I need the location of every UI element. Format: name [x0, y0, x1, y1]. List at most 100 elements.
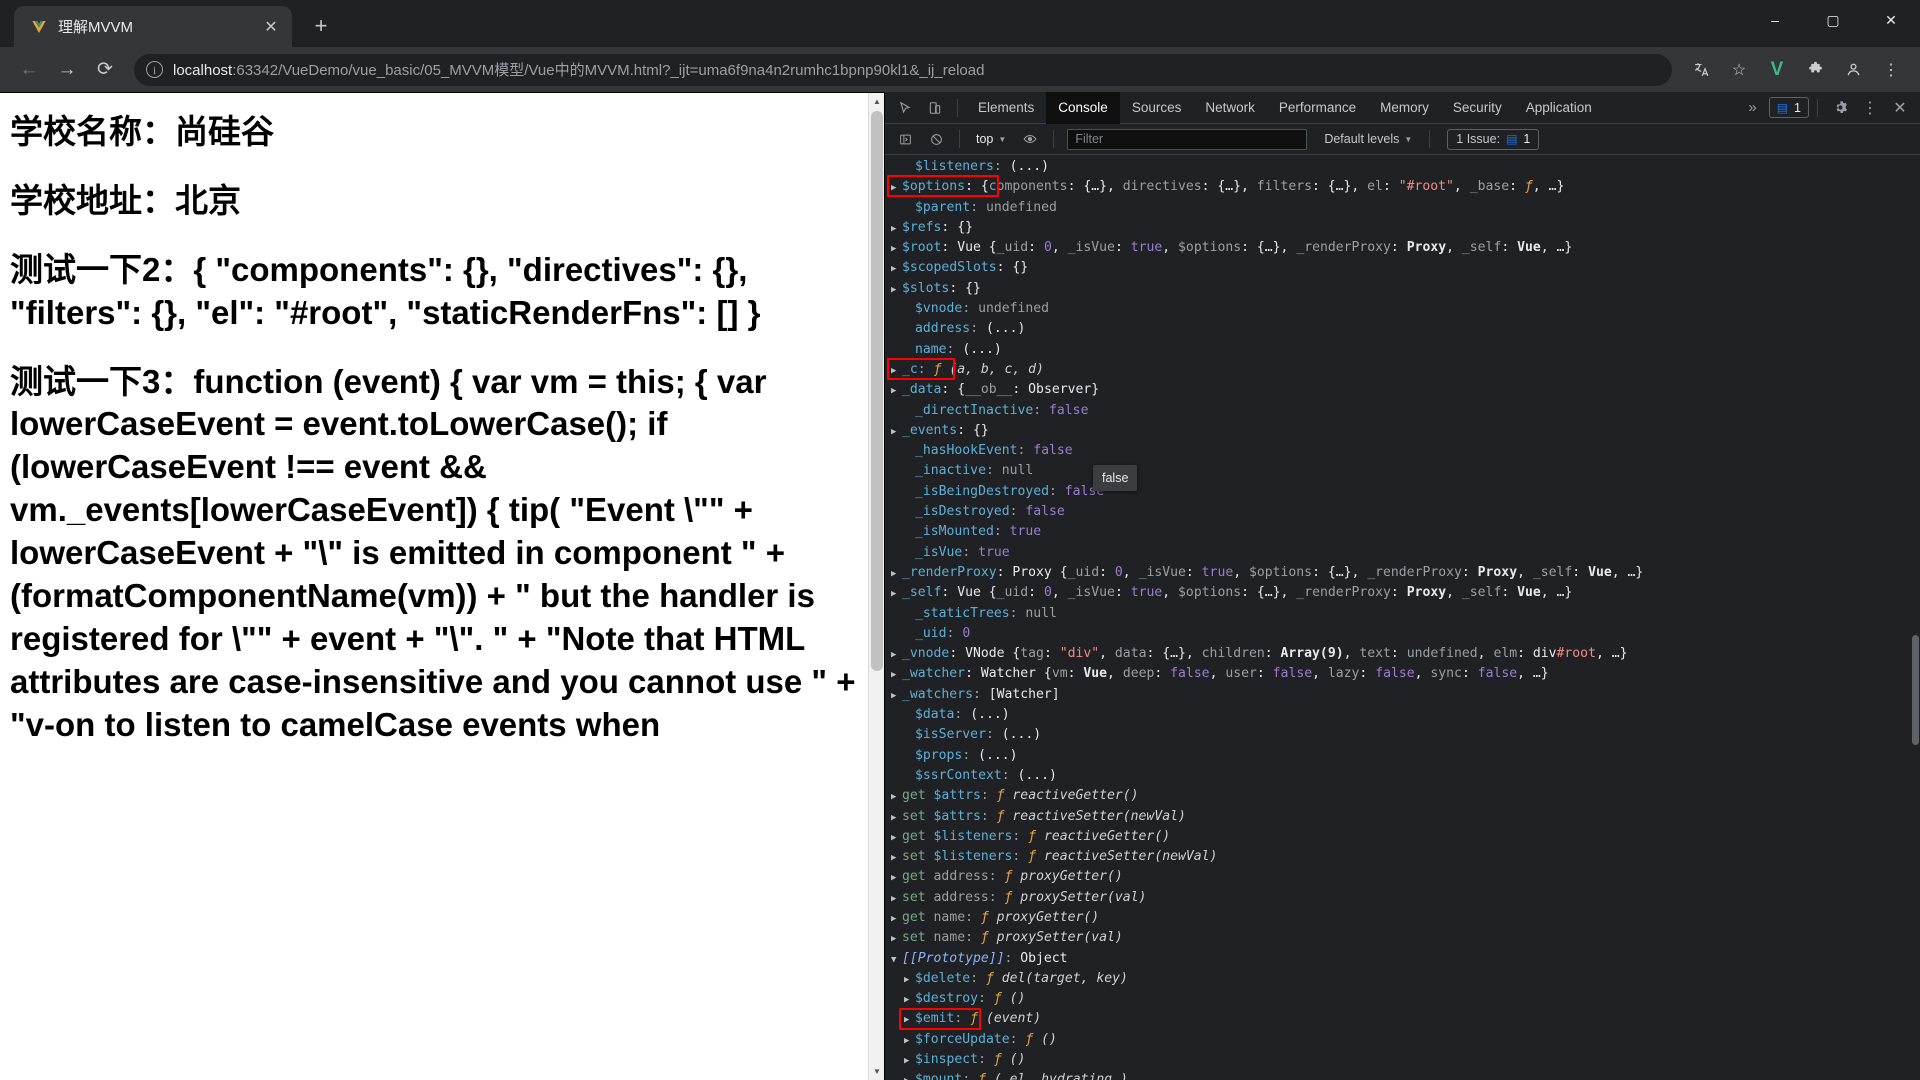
execution-context-selector[interactable]: top ▼	[969, 128, 1013, 150]
console-line[interactable]: ▶ $scopedSlots: {}	[885, 258, 1920, 278]
console-line[interactable]: $vnode: undefined	[885, 299, 1920, 319]
gear-icon[interactable]	[1826, 95, 1854, 121]
chevron-right-icon[interactable]: ▶	[891, 178, 902, 198]
chevron-right-icon[interactable]: ▶	[904, 1010, 915, 1030]
console-line[interactable]: $data: (...)	[885, 705, 1920, 725]
clear-console-icon[interactable]	[922, 126, 950, 152]
extensions-puzzle-icon[interactable]	[1798, 53, 1832, 87]
console-line[interactable]: ▶ $refs: {}	[885, 218, 1920, 238]
console-line[interactable]: ▶ $destroy: ƒ ()	[885, 989, 1920, 1009]
console-line[interactable]: $parent: undefined	[885, 198, 1920, 218]
console-line[interactable]: ▶$mount: ƒ ( el, hydrating )	[885, 1070, 1920, 1080]
log-levels-selector[interactable]: Default levels ▼	[1316, 128, 1420, 150]
chevron-right-icon[interactable]: ▶	[891, 929, 902, 949]
chevron-right-icon[interactable]: ▶	[891, 219, 902, 239]
info-circle-icon[interactable]: i	[146, 61, 163, 78]
tab-performance[interactable]: Performance	[1267, 92, 1368, 124]
console-line[interactable]: ▶ _data: {__ob__: Observer}	[885, 380, 1920, 400]
chevron-up-icon[interactable]: ▲	[869, 93, 884, 110]
console-line[interactable]: ▶ _events: {}	[885, 421, 1920, 441]
chevron-right-icon[interactable]: ▶	[891, 280, 902, 300]
console-line[interactable]: ▶ set name: ƒ proxySetter(val)	[885, 928, 1920, 948]
bookmark-star-icon[interactable]: ☆	[1722, 53, 1756, 87]
console-line[interactable]: ▶ _watcher: Watcher {vm: Vue, deep: false…	[885, 664, 1920, 684]
console-line[interactable]: ▶ get $attrs: ƒ reactiveGetter()	[885, 786, 1920, 806]
chevron-right-icon[interactable]: ▶	[891, 645, 902, 665]
window-maximize-button[interactable]: ▢	[1804, 0, 1862, 40]
chevron-right-icon[interactable]: ▶	[891, 239, 902, 259]
console-line[interactable]: _uid: 0	[885, 624, 1920, 644]
chevron-right-icon[interactable]: ▶	[891, 422, 902, 442]
translate-icon[interactable]	[1684, 53, 1718, 87]
console-line[interactable]: _inactive: null	[885, 461, 1920, 481]
chevron-right-icon[interactable]: ▶	[891, 848, 902, 868]
console-line[interactable]: ▶ get $listeners: ƒ reactiveGetter()	[885, 827, 1920, 847]
filter-input[interactable]: Filter	[1067, 128, 1308, 150]
console-line[interactable]: _isDestroyed: false	[885, 502, 1920, 522]
console-line[interactable]: _isBeingDestroyed: false	[885, 482, 1920, 502]
chevron-down-icon[interactable]: ▼	[891, 950, 902, 970]
console-line[interactable]: ▶ $forceUpdate: ƒ ()	[885, 1030, 1920, 1050]
console-line[interactable]: $ssrContext: (...)	[885, 766, 1920, 786]
console-line[interactable]: ▶ _self: Vue {_uid: 0, _isVue: true, $opt…	[885, 583, 1920, 603]
tab-console[interactable]: Console	[1046, 91, 1120, 124]
console-line[interactable]: ▶ $delete: ƒ del(target, key)	[885, 969, 1920, 989]
tabs-overflow-button[interactable]: »	[1738, 99, 1766, 116]
browser-tab[interactable]: 理解MVVM ✕	[14, 6, 292, 47]
chevron-right-icon[interactable]: ▶	[891, 361, 902, 381]
arrow-right-icon[interactable]: →	[50, 53, 84, 87]
chevron-right-icon[interactable]: ▶	[891, 381, 902, 401]
console-line[interactable]: ▶ get address: ƒ proxyGetter()	[885, 867, 1920, 887]
chevron-right-icon[interactable]: ▶	[891, 808, 902, 828]
page-scrollbar[interactable]: ▲ ▼	[868, 93, 884, 1080]
tab-memory[interactable]: Memory	[1368, 92, 1441, 124]
chevron-right-icon[interactable]: ▶	[891, 259, 902, 279]
issues-pill[interactable]: 1 Issue: ▤ 1	[1447, 128, 1540, 150]
live-expression-eye-icon[interactable]	[1016, 126, 1044, 152]
vue-devtools-icon[interactable]: V	[1760, 53, 1794, 87]
console-output[interactable]: $listeners: (...) ▶ $options: {components:…	[885, 155, 1920, 1080]
console-line[interactable]: ▶ _watchers: [Watcher]	[885, 685, 1920, 705]
console-line[interactable]: ▶ $slots: {}	[885, 279, 1920, 299]
tab-elements[interactable]: Elements	[966, 92, 1046, 124]
console-line[interactable]: name: (...)	[885, 340, 1920, 360]
chevron-right-icon[interactable]: ▶	[891, 868, 902, 888]
tab-sources[interactable]: Sources	[1120, 92, 1194, 124]
console-line[interactable]: _hasHookEvent: false	[885, 441, 1920, 461]
console-line[interactable]: ▶ set $listeners: ƒ reactiveSetter(newVal…	[885, 847, 1920, 867]
console-line[interactable]: ▶ _c: ƒ (a, b, c, d)	[885, 360, 1920, 380]
window-minimize-button[interactable]: –	[1746, 0, 1804, 40]
chevron-right-icon[interactable]: ▶	[891, 584, 902, 604]
profile-avatar-icon[interactable]	[1836, 53, 1870, 87]
tab-network[interactable]: Network	[1193, 92, 1267, 124]
console-line[interactable]: _staticTrees: null	[885, 604, 1920, 624]
chevron-down-icon[interactable]: ▼	[869, 1063, 884, 1080]
chevron-right-icon[interactable]: ▶	[904, 1031, 915, 1051]
console-line[interactable]: ▶ get name: ƒ proxyGetter()	[885, 908, 1920, 928]
chevron-right-icon[interactable]: ▶	[891, 665, 902, 685]
console-line[interactable]: _isMounted: true	[885, 522, 1920, 542]
console-line[interactable]: ▶ set address: ƒ proxySetter(val)	[885, 888, 1920, 908]
kebab-menu-icon[interactable]: ⋮	[1856, 95, 1884, 121]
tab-security[interactable]: Security	[1441, 92, 1514, 124]
console-line[interactable]: $props: (...)	[885, 746, 1920, 766]
console-line[interactable]: $isServer: (...)	[885, 725, 1920, 745]
console-line[interactable]: _directInactive: false	[885, 401, 1920, 421]
console-line[interactable]: _isVue: true	[885, 543, 1920, 563]
console-line[interactable]: ▶ $emit: ƒ (event)	[885, 1009, 1920, 1029]
chevron-right-icon[interactable]: ▶	[904, 1051, 915, 1071]
tab-application[interactable]: Application	[1514, 92, 1604, 124]
reload-icon[interactable]: ⟳	[88, 53, 122, 87]
chevron-right-icon[interactable]: ▶	[891, 787, 902, 807]
window-close-button[interactable]: ✕	[1862, 0, 1920, 40]
console-line[interactable]: ▶ $inspect: ƒ ()	[885, 1050, 1920, 1070]
console-line[interactable]: ▶ _vnode: VNode {tag: "div", data: {…}, c…	[885, 644, 1920, 664]
chevron-right-icon[interactable]: ▶	[891, 828, 902, 848]
chevron-right-icon[interactable]: ▶	[904, 970, 915, 990]
page-scrollbar-thumb[interactable]	[871, 111, 883, 671]
console-line[interactable]: ▶ set $attrs: ƒ reactiveSetter(newVal)	[885, 807, 1920, 827]
chevron-right-icon[interactable]: ▶	[891, 686, 902, 706]
close-icon[interactable]: ✕	[260, 16, 282, 38]
console-line[interactable]: ▶ $root: Vue {_uid: 0, _isVue: true, $opt…	[885, 238, 1920, 258]
chevron-right-icon[interactable]: ▶	[891, 909, 902, 929]
